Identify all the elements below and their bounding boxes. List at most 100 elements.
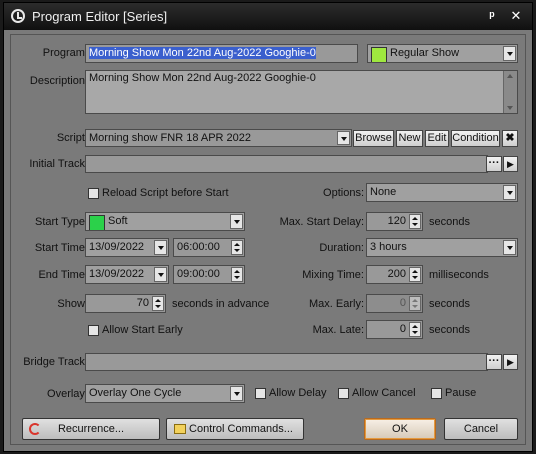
max-late-unit: seconds bbox=[429, 324, 470, 336]
max-start-delay-unit: seconds bbox=[429, 216, 470, 228]
program-label: Program: bbox=[42, 47, 88, 59]
allow-cancel-checkbox[interactable] bbox=[338, 388, 349, 399]
allow-delay-label: Allow Delay bbox=[269, 387, 327, 399]
max-start-delay-spinner[interactable] bbox=[409, 214, 421, 229]
ok-button[interactable]: OK bbox=[364, 418, 436, 440]
initial-track-label: Initial Track: bbox=[29, 158, 88, 170]
bridge-track-input[interactable] bbox=[85, 353, 488, 371]
close-icon[interactable]: ✕ bbox=[508, 8, 524, 24]
chevron-down-icon[interactable] bbox=[503, 46, 516, 61]
max-late-spinner[interactable] bbox=[409, 322, 421, 337]
scroll-down-icon[interactable] bbox=[507, 106, 513, 110]
max-late-input[interactable]: 0 bbox=[366, 320, 423, 339]
chevron-down-icon[interactable] bbox=[230, 214, 243, 229]
options-label: Options: bbox=[323, 187, 364, 199]
pin-icon[interactable]: ᵖ bbox=[484, 8, 500, 24]
duration-label: Duration: bbox=[319, 242, 364, 254]
allow-start-early-checkbox[interactable] bbox=[88, 325, 99, 336]
condition-button[interactable]: Condition bbox=[451, 130, 500, 147]
bridge-track-browse-icon[interactable]: ··· bbox=[486, 354, 502, 370]
bridge-track-play-icon[interactable]: ▶ bbox=[503, 354, 518, 370]
recurrence-label: Recurrence... bbox=[57, 423, 125, 435]
description-textarea[interactable]: Morning Show Mon 22nd Aug-2022 Googhie-0 bbox=[85, 70, 518, 114]
title-bar[interactable]: Program Editor [Series] ᵖ ✕ bbox=[4, 3, 532, 30]
show-advance-unit: seconds in advance bbox=[172, 298, 270, 310]
script-select[interactable]: Morning show FNR 18 APR 2022 bbox=[85, 129, 352, 147]
max-start-delay-input[interactable]: 120 bbox=[366, 212, 423, 231]
end-time-spinner[interactable] bbox=[231, 267, 243, 282]
window-title: Program Editor [Series] bbox=[32, 9, 168, 24]
calendar-dropdown-icon[interactable] bbox=[154, 267, 167, 282]
start-time-spinner[interactable] bbox=[231, 240, 243, 255]
pause-label: Pause bbox=[445, 387, 477, 399]
allow-cancel-label: Allow Cancel bbox=[352, 387, 416, 399]
duration-select[interactable]: 3 hours bbox=[366, 238, 518, 257]
chevron-down-icon[interactable] bbox=[230, 386, 243, 401]
editor-panel: Program: Morning Show Mon 22nd Aug-2022 … bbox=[10, 34, 526, 445]
clear-script-icon[interactable]: ✖ bbox=[502, 130, 518, 147]
description-label: Description: bbox=[29, 75, 88, 87]
pause-checkbox[interactable] bbox=[431, 388, 442, 399]
start-time-input[interactable]: 06:00:00 bbox=[173, 238, 245, 257]
start-date-picker[interactable]: 13/09/2022 bbox=[85, 238, 169, 257]
edit-script-button[interactable]: Edit bbox=[425, 130, 449, 147]
control-commands-icon bbox=[174, 424, 186, 434]
mixing-time-unit: milliseconds bbox=[429, 269, 489, 281]
cancel-button[interactable]: Cancel bbox=[444, 418, 518, 440]
script-value: Morning show FNR 18 APR 2022 bbox=[89, 132, 252, 144]
max-early-unit: seconds bbox=[429, 298, 470, 310]
calendar-dropdown-icon[interactable] bbox=[154, 240, 167, 255]
program-type-value: Regular Show bbox=[390, 47, 460, 59]
show-advance-value: 70 bbox=[136, 297, 149, 309]
scroll-up-icon[interactable] bbox=[507, 74, 513, 78]
max-early-input[interactable]: 0 bbox=[366, 294, 423, 313]
end-date-value: 13/09/2022 bbox=[89, 268, 145, 280]
initial-track-play-icon[interactable]: ▶ bbox=[503, 156, 518, 172]
max-late-label: Max. Late: bbox=[312, 324, 364, 336]
new-script-button[interactable]: New bbox=[396, 130, 423, 147]
mixing-time-value: 200 bbox=[387, 268, 406, 280]
reload-script-label: Reload Script before Start bbox=[102, 187, 229, 199]
allow-delay-checkbox[interactable] bbox=[255, 388, 266, 399]
mixing-time-spinner[interactable] bbox=[409, 267, 421, 282]
bridge-track-label: Bridge Track: bbox=[23, 356, 88, 368]
mixing-time-input[interactable]: 200 bbox=[366, 265, 423, 284]
initial-track-input[interactable] bbox=[85, 155, 488, 173]
show-advance-input[interactable]: 70 bbox=[85, 294, 166, 313]
show-label: Show: bbox=[57, 298, 88, 310]
initial-track-browse-icon[interactable]: ··· bbox=[486, 156, 502, 172]
start-type-select[interactable]: Soft bbox=[85, 212, 245, 231]
app-logo-icon bbox=[11, 9, 25, 23]
control-commands-button[interactable]: Control Commands... bbox=[166, 418, 304, 440]
recurrence-button[interactable]: Recurrence... bbox=[22, 418, 160, 440]
end-time-input[interactable]: 09:00:00 bbox=[173, 265, 245, 284]
program-type-select[interactable]: Regular Show bbox=[367, 44, 518, 63]
end-date-picker[interactable]: 13/09/2022 bbox=[85, 265, 169, 284]
description-text: Morning Show Mon 22nd Aug-2022 Googhie-0 bbox=[89, 72, 316, 84]
chevron-down-icon[interactable] bbox=[503, 240, 516, 255]
max-early-spinner[interactable] bbox=[409, 296, 421, 311]
recurrence-icon bbox=[29, 423, 41, 435]
max-early-value: 0 bbox=[399, 297, 406, 309]
overlay-value: Overlay One Cycle bbox=[89, 387, 182, 399]
max-start-delay-value: 120 bbox=[387, 215, 406, 227]
program-name-text: Morning Show Mon 22nd Aug-2022 Googhie-0 bbox=[89, 47, 316, 59]
program-name-input[interactable]: Morning Show Mon 22nd Aug-2022 Googhie-0 bbox=[85, 44, 358, 63]
show-advance-spinner[interactable] bbox=[152, 296, 164, 311]
start-type-label: Start Type: bbox=[35, 216, 88, 228]
start-type-color-swatch bbox=[89, 215, 105, 230]
options-select[interactable]: None bbox=[366, 183, 518, 202]
start-date-value: 13/09/2022 bbox=[89, 241, 145, 253]
browse-button[interactable]: Browse bbox=[353, 130, 394, 147]
reload-script-checkbox[interactable] bbox=[88, 188, 99, 199]
chevron-down-icon[interactable] bbox=[503, 185, 516, 200]
start-time-label: Start Time: bbox=[34, 242, 88, 254]
overlay-select[interactable]: Overlay One Cycle bbox=[85, 384, 245, 403]
description-scrollbar[interactable] bbox=[503, 71, 517, 113]
allow-start-early-label: Allow Start Early bbox=[102, 324, 183, 336]
max-start-delay-label: Max. Start Delay: bbox=[279, 216, 364, 228]
end-time-value: 09:00:00 bbox=[177, 268, 220, 280]
duration-value: 3 hours bbox=[370, 241, 407, 253]
start-type-value: Soft bbox=[108, 215, 128, 227]
chevron-down-icon[interactable] bbox=[337, 131, 350, 145]
